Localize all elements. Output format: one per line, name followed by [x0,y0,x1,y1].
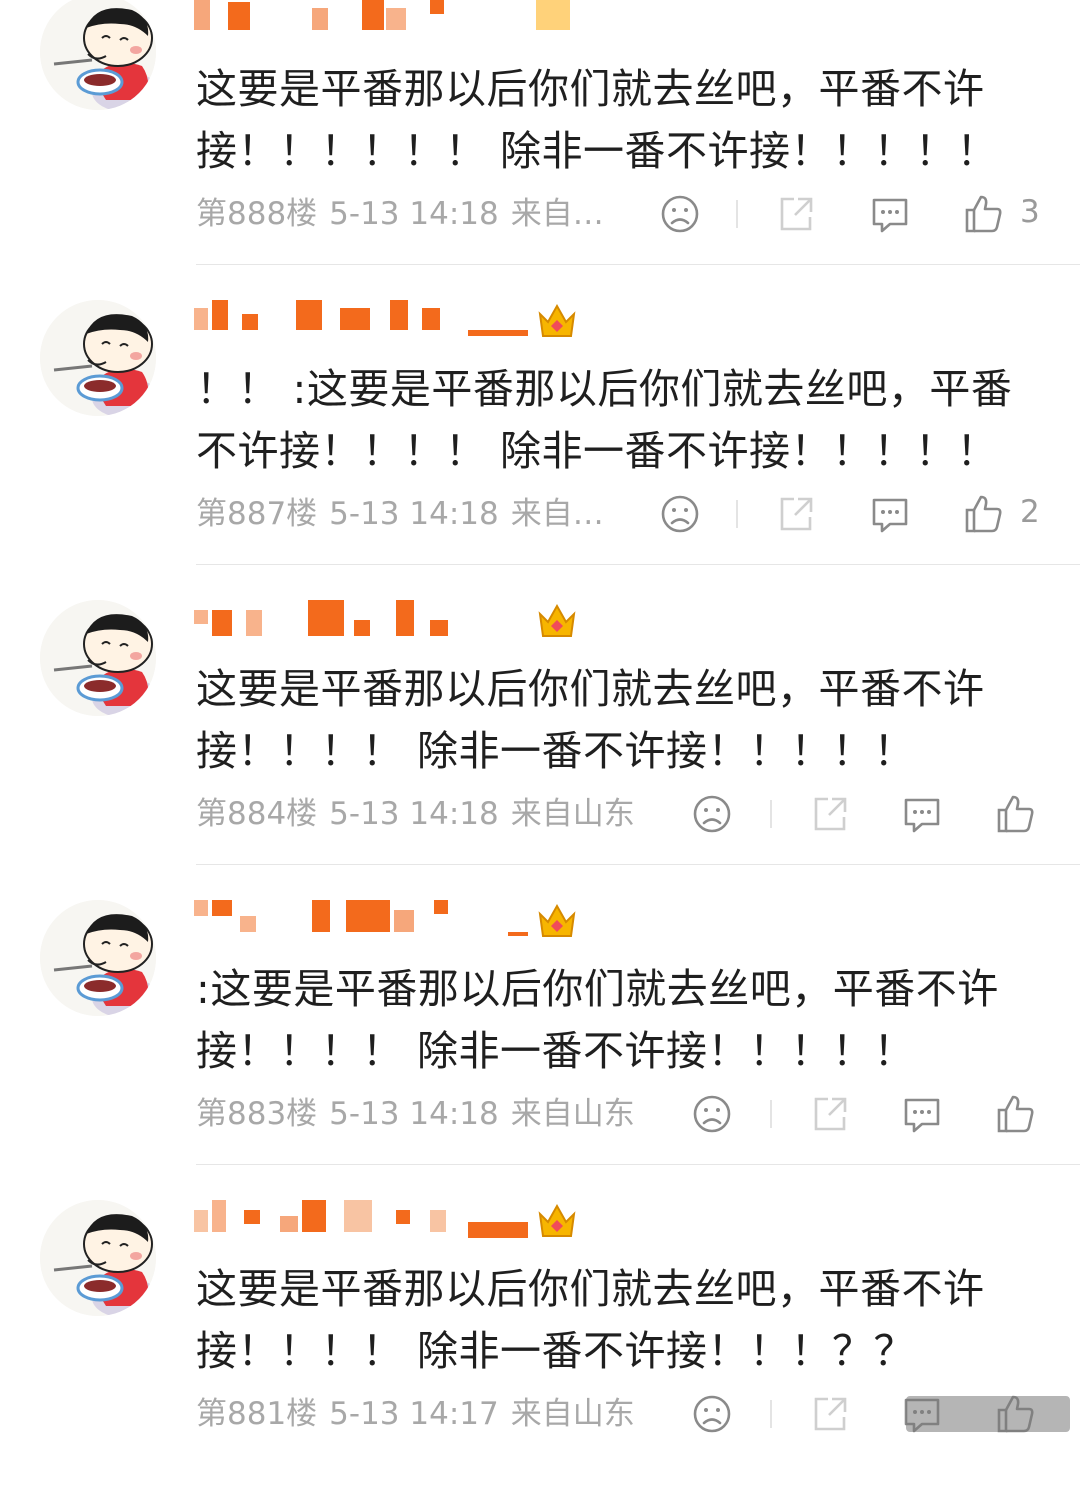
comment-text: ！！ :这要是平番那以后你们就去丝吧，平番不许接！！！！ 除非一番不许接！！！！… [196,365,1013,475]
crown-badge-icon [538,903,576,937]
watermark-overlay [906,1396,1070,1432]
share-icon[interactable] [774,492,818,536]
thumbs-up-icon[interactable] [994,1092,1038,1136]
cartoon-avatar-icon [40,1200,156,1316]
comment-item: 这要是平番那以后你们就去丝吧，平番不许接！！！！！！ 除非一番不许接！！！！！ … [0,0,1080,300]
avatar[interactable] [40,900,156,1016]
avatar[interactable] [40,0,156,110]
cartoon-avatar-icon [40,900,156,1016]
sad-face-icon[interactable] [658,492,702,536]
comment-actions: 3 [0,192,1080,236]
comment-text: 这要是平番那以后你们就去丝吧，平番不许接！！！！ 除非一番不许接！！！？？ [196,1265,985,1375]
comment-item: :这要是平番那以后你们就去丝吧，平番不许接！！！！ 除非一番不许接！！！！！ 第… [0,900,1080,1200]
comment-divider [196,564,1080,565]
comment-item: 这要是平番那以后你们就去丝吧，平番不许接！！！！ 除非一番不许接！！！？？ 第8… [0,1200,1080,1500]
divider [770,800,772,828]
divider [770,1100,772,1128]
cartoon-avatar-icon [40,600,156,716]
like-count: 2 [1020,494,1040,530]
comment-icon[interactable] [900,792,944,836]
comment-icon[interactable] [868,492,912,536]
cartoon-avatar-icon [40,300,156,416]
thumbs-up-icon[interactable] [962,192,1006,236]
username-redacted[interactable] [190,900,590,946]
crown-badge-icon [538,303,576,337]
comment-icon[interactable] [868,192,912,236]
avatar[interactable] [40,600,156,716]
divider [770,1400,772,1428]
cartoon-avatar-icon [40,0,156,110]
sad-face-icon[interactable] [690,792,734,836]
sad-face-icon[interactable] [690,1392,734,1436]
avatar[interactable] [40,300,156,416]
share-icon[interactable] [808,792,852,836]
username-redacted[interactable] [190,1200,590,1246]
comment-actions [0,1092,1080,1136]
comment-icon[interactable] [900,1092,944,1136]
share-icon[interactable] [774,192,818,236]
avatar[interactable] [40,1200,156,1316]
comment-divider [196,864,1080,865]
crown-badge-icon [538,603,576,637]
comment-text: :这要是平番那以后你们就去丝吧，平番不许接！！！！ 除非一番不许接！！！！！ [196,965,999,1075]
sad-face-icon[interactable] [690,1092,734,1136]
comment-text: 这要是平番那以后你们就去丝吧，平番不许接！！！！ 除非一番不许接！！！！！ [196,665,985,775]
comment-actions [0,792,1080,836]
comment-text: 这要是平番那以后你们就去丝吧，平番不许接！！！！！！ 除非一番不许接！！！！！ [196,65,999,175]
divider [736,200,738,228]
username-redacted[interactable] [190,300,590,346]
share-icon[interactable] [808,1092,852,1136]
comment-item: ！！ :这要是平番那以后你们就去丝吧，平番不许接！！！！ 除非一番不许接！！！！… [0,300,1080,600]
username-redacted[interactable] [190,600,590,646]
comment-item: 这要是平番那以后你们就去丝吧，平番不许接！！！！ 除非一番不许接！！！！！ 第8… [0,600,1080,900]
comment-divider [196,1164,1080,1165]
like-count: 3 [1020,194,1040,230]
divider [736,500,738,528]
sad-face-icon[interactable] [658,192,702,236]
thumbs-up-icon[interactable] [962,492,1006,536]
thumbs-up-icon[interactable] [994,792,1038,836]
username-redacted[interactable] [190,0,590,36]
crown-badge-icon [538,1203,576,1237]
comment-divider [196,264,1080,265]
comment-actions: 2 [0,492,1080,536]
share-icon[interactable] [808,1392,852,1436]
